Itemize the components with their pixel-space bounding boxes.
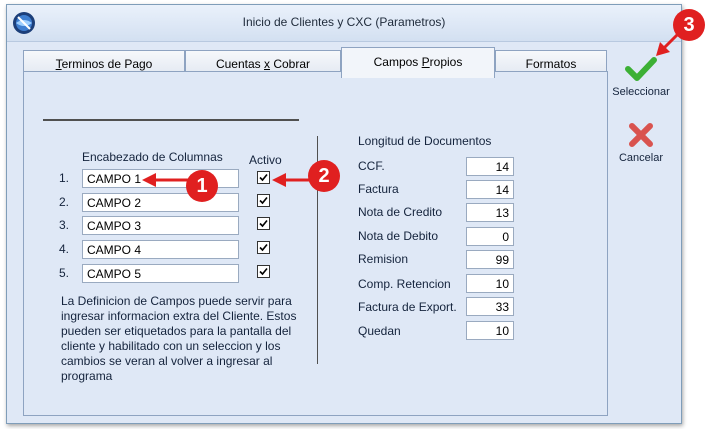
campo-4-active-checkbox[interactable] <box>257 241 270 254</box>
quedan-length-input[interactable] <box>466 321 514 340</box>
callout-1-badge: 1 <box>186 170 218 202</box>
active-header: Activo <box>249 153 282 167</box>
select-label: Seleccionar <box>612 86 670 98</box>
remision-length-input[interactable] <box>466 250 514 269</box>
checkmark-icon <box>259 219 268 228</box>
nota-debito-length-input[interactable] <box>466 227 514 246</box>
lengths-header: Longitud de Documentos <box>358 134 492 148</box>
checkmark-icon <box>259 196 268 205</box>
campo-3-active-checkbox[interactable] <box>257 217 270 230</box>
cancel-x-icon <box>629 123 653 147</box>
row-number: 1. <box>59 171 70 185</box>
checkmark-icon <box>259 173 268 182</box>
dialog-window: Inicio de Clientes y CXC (Parametros) Te… <box>6 4 682 424</box>
window-title: Inicio de Clientes y CXC (Parametros) <box>242 15 446 29</box>
length-label: Quedan <box>358 324 401 338</box>
length-label: Nota de Credito <box>358 205 443 219</box>
comp-retencion-length-input[interactable] <box>466 274 514 293</box>
nota-credito-length-input[interactable] <box>466 203 514 222</box>
length-label: Nota de Debito <box>358 229 439 243</box>
cancel-label: Cancelar <box>618 152 664 164</box>
separator-horizontal <box>43 119 299 121</box>
campo-4-input[interactable] <box>82 240 239 259</box>
tab-campos-propios[interactable]: Campos Propios <box>341 47 495 78</box>
row-number: 4. <box>59 242 70 256</box>
length-label: Factura de Export. <box>358 300 457 314</box>
select-button[interactable]: Seleccionar <box>606 55 676 98</box>
length-label: CCF. <box>358 159 385 173</box>
row-number: 3. <box>59 218 70 232</box>
ccf-length-input[interactable] <box>466 157 514 176</box>
callout-1-arrow <box>142 173 190 187</box>
campo-1-active-checkbox[interactable] <box>257 171 270 184</box>
factura-export-length-input[interactable] <box>466 297 514 316</box>
callout-2-arrow <box>272 173 310 187</box>
campo-5-input[interactable] <box>82 264 239 283</box>
cancel-button[interactable]: Cancelar <box>606 121 676 164</box>
columns-header: Encabezado de Columnas <box>82 150 223 164</box>
checkmark-icon <box>259 243 268 252</box>
callout-3-badge: 3 <box>673 9 705 41</box>
campo-3-input[interactable] <box>82 216 239 235</box>
callout-2-badge: 2 <box>308 160 340 192</box>
checkmark-icon <box>259 267 268 276</box>
row-number: 5. <box>59 266 70 280</box>
campo-5-active-checkbox[interactable] <box>257 265 270 278</box>
campo-2-active-checkbox[interactable] <box>257 194 270 207</box>
length-label: Remision <box>358 252 409 266</box>
fields-description: La Definicion de Campos puede servir par… <box>61 294 297 383</box>
row-number: 2. <box>59 195 70 209</box>
length-label: Factura <box>358 182 399 196</box>
length-label: Comp. Retencion <box>358 277 451 291</box>
title-bar: Inicio de Clientes y CXC (Parametros) <box>7 5 681 42</box>
campo-2-input[interactable] <box>82 193 239 212</box>
factura-length-input[interactable] <box>466 180 514 199</box>
